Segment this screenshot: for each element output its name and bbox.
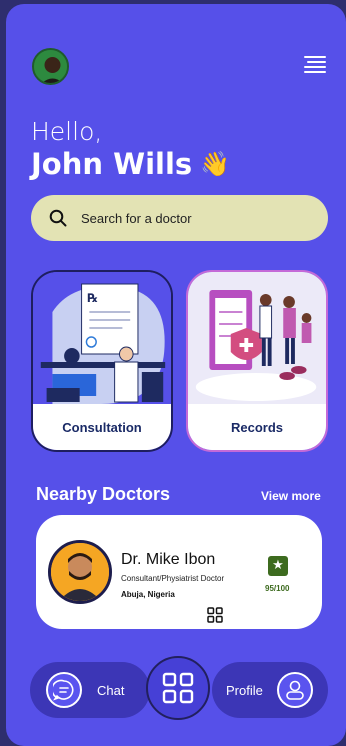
consultation-illustration: ℞ bbox=[33, 272, 171, 404]
star-icon: ★ bbox=[268, 556, 288, 576]
view-more-link[interactable]: View more bbox=[261, 489, 321, 503]
user-name: John Wills bbox=[31, 147, 193, 181]
grid-icon bbox=[162, 672, 194, 704]
records-illustration bbox=[188, 272, 326, 404]
doctor-role: Consultant/Physiatrist Doctor bbox=[121, 574, 225, 583]
greeting: Hello, John Wills 👋 bbox=[31, 117, 230, 181]
records-card[interactable]: Records bbox=[186, 270, 328, 452]
profile-icon bbox=[276, 672, 313, 708]
doctor-name: Dr. Mike Ibon bbox=[121, 551, 216, 568]
user-avatar[interactable] bbox=[32, 48, 69, 85]
doctor-rating: 95/100 bbox=[265, 584, 290, 593]
home-grid-button[interactable] bbox=[146, 656, 210, 720]
doctor-location: Abuja, Nigeria bbox=[121, 590, 175, 599]
grid-icon[interactable] bbox=[207, 607, 223, 623]
chat-label: Chat bbox=[97, 682, 125, 698]
bottom-navigation: Chat Profile bbox=[6, 654, 346, 730]
svg-text:℞: ℞ bbox=[87, 291, 97, 305]
search-icon bbox=[49, 209, 67, 227]
app-screen: Hello, John Wills 👋 Search for a doctor … bbox=[6, 4, 346, 746]
profile-nav-button[interactable]: Profile bbox=[212, 662, 328, 718]
chat-icon bbox=[46, 672, 82, 708]
consultation-label: Consultation bbox=[33, 404, 171, 450]
hamburger-menu-icon[interactable] bbox=[304, 56, 326, 74]
doctor-card[interactable]: Dr. Mike Ibon Consultant/Physiatrist Doc… bbox=[36, 515, 322, 629]
greeting-hello: Hello, bbox=[31, 117, 103, 146]
consultation-card[interactable]: ℞ Consultation bbox=[31, 270, 173, 452]
profile-label: Profile bbox=[226, 682, 263, 698]
search-input[interactable]: Search for a doctor bbox=[81, 211, 192, 226]
records-label: Records bbox=[188, 404, 326, 450]
doctor-photo bbox=[48, 540, 112, 604]
chat-nav-button[interactable]: Chat bbox=[30, 662, 150, 718]
search-bar[interactable]: Search for a doctor bbox=[31, 195, 328, 241]
nearby-doctors-title: Nearby Doctors bbox=[36, 484, 171, 504]
waving-hand-icon: 👋 bbox=[200, 150, 231, 178]
